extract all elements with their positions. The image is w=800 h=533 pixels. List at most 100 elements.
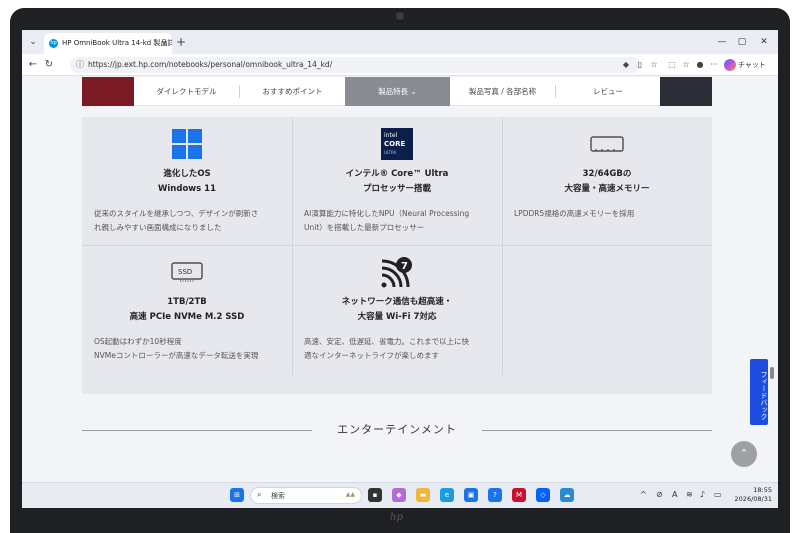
scrollbar-thumb[interactable] (770, 367, 774, 379)
copilot-icon (724, 59, 736, 71)
feedback-button[interactable]: フィードバック (750, 359, 768, 425)
windows-taskbar: ⊞ ⌕ 検索 ▲▲ ▪ ◆ ▬ e ▣ ? M ◇ ☁ ^ ⊘ A ≋ ♪ ▭ … (22, 482, 778, 508)
address-bar[interactable]: ⓘ https://jp.ext.hp.com/notebooks/person… (70, 57, 640, 73)
feature-desc: AI演算能力に特化したNPU（Neural Processing (304, 209, 470, 218)
tab-title: HP OmniBook Ultra 14-kd 製品詳細 (62, 39, 172, 47)
address-bar-row: ← ↻ ⓘ https://jp.ext.hp.com/notebooks/pe… (22, 54, 778, 76)
windows-logo-icon (172, 129, 202, 159)
wifi-icon[interactable]: ≋ (686, 489, 693, 501)
feature-grid: 進化したOS Windows 11 従来のスタイルを継承しつつ、デザインが刷新さ… (82, 117, 712, 394)
search-highlight-icon: ▲▲ (345, 491, 355, 498)
subnav-item-features[interactable]: 製品特長 ⌄ (345, 77, 450, 106)
battery-icon[interactable]: ▭ (714, 489, 722, 501)
section-heading-entertainment: エンターテインメント (82, 422, 712, 438)
subnav-item-review[interactable]: レビュー (556, 77, 660, 106)
web-page: ダイレクトモデル おすすめポイント 製品特長 ⌄ 製品写真 / 各部名称 レビュ… (22, 77, 778, 482)
hp-favicon-icon: hp (49, 39, 58, 48)
heading-rule (482, 430, 712, 431)
product-subnav: ダイレクトモデル おすすめポイント 製品特長 ⌄ 製品写真 / 各部名称 レビュ… (82, 77, 712, 106)
feature-title: プロセッサー搭載 (362, 184, 431, 194)
read-aloud-icon[interactable]: ▯ (634, 59, 646, 71)
feature-title: 1TB/2TB (167, 297, 207, 307)
clock-date: 2026/08/31 (734, 495, 772, 503)
maximize-button[interactable]: ▢ (734, 34, 750, 50)
site-info-icon[interactable]: ⓘ (76, 59, 84, 70)
svg-text:7: 7 (401, 261, 408, 272)
feature-title: 大容量・高速メモリー (564, 184, 650, 194)
url-text: https://jp.ext.hp.com/notebooks/personal… (88, 60, 333, 69)
subnav-item-recommend[interactable]: おすすめポイント (240, 77, 345, 106)
browser-tab-active[interactable]: hp HP OmniBook Ultra 14-kd 製品詳細 ✕ (44, 33, 172, 54)
favorites-icon[interactable]: ☆ (680, 59, 692, 71)
close-window-button[interactable]: ✕ (756, 34, 772, 50)
help-icon[interactable]: ? (488, 488, 502, 502)
feature-card-cpu: intel CORE ULTRA インテル® Core™ Ultra プロセッサ… (292, 117, 502, 247)
feature-title: 大容量 Wi-Fi 7対応 (357, 312, 437, 322)
store-icon[interactable]: ▣ (464, 488, 478, 502)
photos-icon[interactable]: ☁ (560, 488, 574, 502)
hp-logo: hp (390, 512, 403, 523)
search-placeholder: 検索 (271, 492, 285, 500)
intel-core-ultra-badge: intel CORE ULTRA (381, 128, 413, 160)
subnav-item-photos[interactable]: 製品写真 / 各部名称 (450, 77, 555, 106)
feature-desc: Unit）を搭載した最新プロセッサー (304, 223, 425, 232)
tab-list-chevron-icon[interactable]: ⌄ (26, 35, 40, 49)
feature-title: ネットワーク通信も超高速・ (341, 297, 453, 307)
start-button-windows-icon[interactable]: ⊞ (230, 488, 244, 502)
mcafee-icon[interactable]: M (512, 488, 526, 502)
taskbar-search[interactable]: ⌕ 検索 ▲▲ (250, 487, 362, 504)
feature-desc: 高速、安定、低遅延、省電力。これまで以上に快 (304, 337, 469, 346)
back-to-top-button[interactable]: ⌃ (731, 441, 757, 467)
volume-icon[interactable]: ♪ (700, 489, 705, 501)
feature-title: 進化したOS (163, 169, 211, 179)
back-arrow-icon[interactable]: ← (26, 58, 40, 72)
feature-desc: れ親しみやすい画面構成になりました (94, 223, 222, 232)
file-explorer-icon[interactable]: ▬ (416, 488, 430, 502)
svg-text:ULTRA: ULTRA (384, 150, 397, 155)
feature-desc: 従来のスタイルを継承しつつ、デザインが刷新さ (94, 209, 259, 218)
feature-title: 高速 PCIe NVMe M.2 SSD (129, 312, 245, 322)
chat-label: チャット (738, 61, 766, 69)
feature-desc: OS起動はわずか10秒程度 (94, 337, 182, 346)
feature-card-memory: 32/64GBの 大容量・高速メモリー LPDDR5規格の高速メモリーを採用 (502, 117, 712, 247)
refresh-icon[interactable]: ↻ (42, 58, 56, 72)
tag-icon[interactable]: ◆ (620, 59, 632, 71)
tray-sync-icon[interactable]: ⊘ (656, 489, 663, 501)
taskbar-clock[interactable]: 18:55 2026/08/31 (730, 486, 772, 504)
new-tab-button[interactable]: + (174, 34, 188, 50)
minimize-button[interactable]: — (714, 34, 730, 50)
feature-title: インテル® Core™ Ultra (345, 169, 449, 179)
memory-icon (590, 136, 624, 152)
ssd-icon: SSD (171, 262, 203, 282)
extensions-icon[interactable]: ⬚ (666, 59, 678, 71)
more-menu-icon[interactable]: ··· (708, 59, 720, 71)
svg-text:SSD: SSD (178, 268, 192, 276)
clock-time: 18:55 (753, 486, 772, 494)
screen: ⌄ hp HP OmniBook Ultra 14-kd 製品詳細 ✕ + — … (22, 30, 778, 508)
wifi7-icon: 7 (381, 257, 412, 288)
search-icon: ⌕ (257, 490, 262, 499)
profile-avatar-icon[interactable]: ● (694, 59, 706, 71)
dropbox-icon[interactable]: ◇ (536, 488, 550, 502)
svg-text:CORE: CORE (384, 140, 405, 148)
ime-indicator[interactable]: A (672, 489, 677, 501)
svg-text:intel: intel (384, 132, 398, 139)
task-view-icon[interactable]: ▪ (368, 488, 382, 502)
tab-close-icon[interactable]: ✕ (161, 33, 168, 54)
subnav-right-banner (660, 77, 712, 106)
feature-card-wifi: 7 ネットワーク通信も超高速・ 大容量 Wi-Fi 7対応 高速、安定、低遅延、… (292, 245, 502, 375)
webcam (396, 12, 404, 20)
favorite-star-icon[interactable]: ☆ (648, 59, 660, 71)
feature-card-ssd: SSD 1TB/2TB 高速 PCIe NVMe M.2 SSD OS起動はわず… (82, 245, 292, 375)
feature-desc: LPDDR5規格の高速メモリーを採用 (514, 209, 635, 218)
tray-chevron-icon[interactable]: ^ (640, 489, 647, 501)
feature-title: 32/64GBの (582, 169, 632, 179)
feature-title: Windows 11 (158, 184, 216, 194)
copilot-app-icon[interactable]: ◆ (392, 488, 406, 502)
tab-strip: ⌄ hp HP OmniBook Ultra 14-kd 製品詳細 ✕ + — … (22, 30, 778, 54)
feature-desc: 適なインターネットライフが楽しめます (304, 351, 439, 360)
copilot-chat-button[interactable]: チャット (724, 58, 766, 72)
feature-card-os: 進化したOS Windows 11 従来のスタイルを継承しつつ、デザインが刷新さ… (82, 117, 292, 247)
subnav-item-direct-model[interactable]: ダイレクトモデル (134, 77, 239, 106)
edge-browser-icon[interactable]: e (440, 488, 454, 502)
